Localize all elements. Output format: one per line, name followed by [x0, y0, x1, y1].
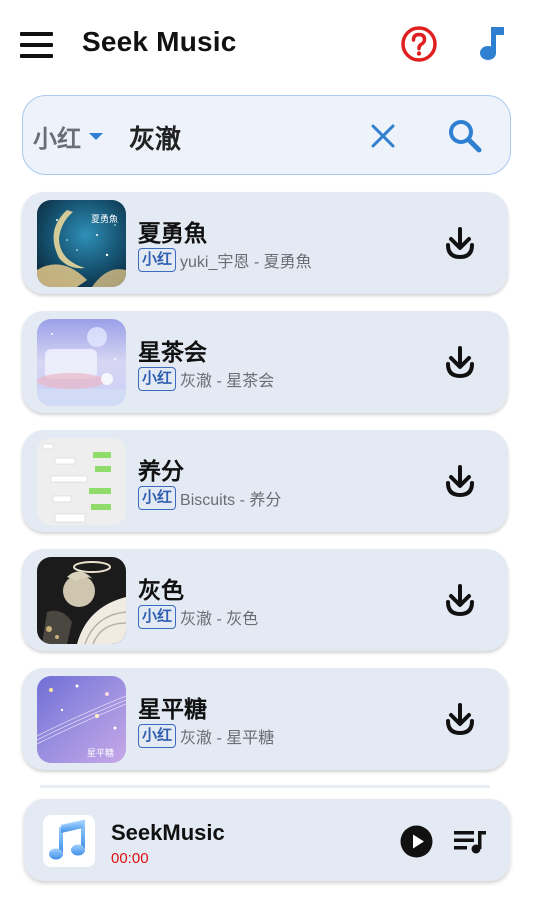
- download-icon[interactable]: [442, 702, 478, 738]
- cover-text: 夏勇魚: [91, 213, 118, 225]
- album-cover: 夏勇魚: [37, 200, 126, 287]
- song-meta: 小红 Biscuits - 养分: [138, 486, 281, 510]
- player-time: 00:00: [111, 850, 149, 867]
- artist-album-text: 灰澈 - 灰色: [180, 611, 259, 628]
- source-badge: 小红: [138, 248, 177, 272]
- song-card[interactable]: 星平糖 星平糖 小红 灰澈 - 星平糖: [22, 668, 508, 770]
- source-badge: 小红: [138, 486, 177, 510]
- download-icon[interactable]: [442, 464, 478, 500]
- caret-down-icon: [89, 132, 103, 140]
- song-meta: 小红 灰澈 - 灰色: [138, 605, 258, 629]
- help-icon[interactable]: [400, 25, 438, 63]
- source-badge: 小红: [138, 605, 177, 629]
- download-icon[interactable]: [442, 583, 478, 619]
- song-title: 夏勇魚: [138, 220, 207, 246]
- mini-player[interactable]: SeekMusic 00:00: [24, 799, 510, 881]
- cover-text: 星平糖: [87, 747, 114, 759]
- source-badge: 小红: [138, 724, 177, 748]
- music-note-icon[interactable]: [478, 24, 508, 62]
- album-cover: 星平糖: [37, 676, 126, 763]
- song-title: 星茶会: [138, 339, 207, 365]
- clear-icon[interactable]: [369, 122, 397, 150]
- player-cover: [43, 815, 95, 867]
- search-bar: 小红: [22, 95, 511, 175]
- source-dropdown[interactable]: 小红: [33, 118, 103, 154]
- song-title: 养分: [138, 458, 184, 484]
- music-notes-icon: [49, 819, 85, 860]
- app-bar: Seek Music: [0, 0, 535, 90]
- album-cover: [37, 438, 126, 525]
- artist-album-text: yuki_宇恩 - 夏勇魚: [180, 254, 312, 271]
- artist-album-text: Biscuits - 养分: [180, 492, 282, 509]
- list-divider: [40, 785, 490, 788]
- song-card[interactable]: 养分 小红 Biscuits - 养分: [22, 430, 508, 532]
- artist-album-text: 灰澈 - 星茶会: [180, 373, 275, 390]
- play-icon[interactable]: [400, 825, 433, 858]
- song-card[interactable]: 灰色 小红 灰澈 - 灰色: [22, 549, 508, 651]
- download-icon[interactable]: [442, 345, 478, 381]
- song-title: 灰色: [138, 577, 184, 603]
- app-title: Seek Music: [82, 26, 237, 57]
- song-card[interactable]: 星茶会 小红 灰澈 - 星茶会: [22, 311, 508, 413]
- song-meta: 小红 灰澈 - 星茶会: [138, 367, 274, 391]
- source-dropdown-label: 小红: [33, 125, 81, 153]
- source-badge: 小红: [138, 367, 177, 391]
- queue-icon[interactable]: [454, 829, 486, 855]
- player-title: SeekMusic: [111, 820, 225, 845]
- search-icon[interactable]: [447, 118, 483, 154]
- album-cover: [37, 319, 126, 406]
- song-meta: 小红 灰澈 - 星平糖: [138, 724, 274, 748]
- album-cover: [37, 557, 126, 644]
- artist-album-text: 灰澈 - 星平糖: [180, 730, 275, 747]
- song-title: 星平糖: [138, 696, 207, 722]
- song-meta: 小红 yuki_宇恩 - 夏勇魚: [138, 248, 312, 272]
- download-icon[interactable]: [442, 226, 478, 262]
- song-card[interactable]: 夏勇魚 夏勇魚 小红 yuki_宇恩 - 夏勇魚: [22, 192, 508, 294]
- menu-icon[interactable]: [20, 32, 53, 58]
- search-input[interactable]: [127, 116, 361, 158]
